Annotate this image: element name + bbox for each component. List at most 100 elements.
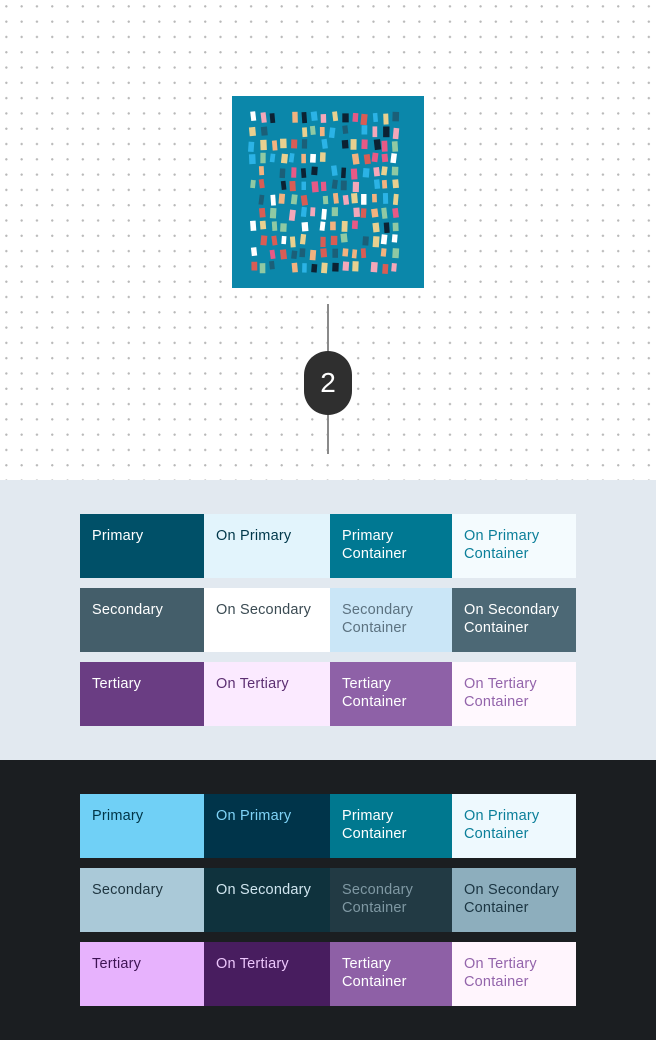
- artwork-mark: [332, 262, 339, 272]
- artwork-mark: [372, 222, 380, 233]
- artwork-mark: [288, 153, 295, 163]
- artwork-mark: [321, 208, 327, 220]
- artwork-mark: [372, 193, 377, 203]
- artwork-mark: [302, 127, 308, 138]
- artwork-mark: [372, 112, 379, 123]
- artwork-mark: [392, 193, 399, 206]
- artwork-mark: [380, 234, 388, 245]
- artwork-mark: [289, 236, 296, 248]
- artwork-mark: [340, 233, 348, 243]
- artwork-mark: [392, 179, 399, 189]
- artwork-mark: [373, 139, 382, 151]
- artwork-mark: [373, 166, 380, 177]
- light-swatch-secondary-container: Secondary Container: [330, 588, 452, 652]
- artwork-mark: [362, 236, 369, 246]
- artwork-mark: [301, 181, 306, 191]
- artwork-mark: [331, 179, 338, 190]
- artwork-mark: [280, 223, 287, 232]
- dark-swatch-secondary: Secondary: [80, 868, 204, 932]
- artwork-mark: [260, 139, 267, 151]
- artwork-mark: [269, 153, 276, 163]
- artwork-mark: [310, 153, 316, 163]
- light-swatch-on-tertiary: On Tertiary: [204, 662, 330, 726]
- artwork-mark: [280, 180, 287, 191]
- artwork-mark: [300, 168, 307, 178]
- artwork-mark: [320, 248, 328, 258]
- artwork-mark: [320, 114, 327, 123]
- artwork-mark: [291, 139, 298, 149]
- dark-swatch-on-primary-container: On Primary Container: [452, 794, 576, 858]
- artwork-mark: [383, 113, 389, 125]
- artwork-mark: [258, 178, 265, 189]
- artwork-mark: [281, 235, 287, 245]
- artwork-mark: [370, 208, 379, 218]
- artwork-mark: [383, 222, 390, 234]
- light-swatch-tertiary: Tertiary: [80, 662, 204, 726]
- artwork-mark: [290, 194, 298, 205]
- artwork-mark: [351, 193, 358, 204]
- artwork-mark: [311, 263, 318, 273]
- artwork-mark: [269, 260, 275, 270]
- dark-swatch-on-primary: On Primary: [204, 794, 330, 858]
- artwork-mark: [330, 235, 338, 246]
- artwork-mark: [322, 195, 329, 205]
- artwork-mark: [372, 126, 378, 138]
- artwork-mark: [342, 125, 349, 135]
- light-swatch-primary-container: Primary Container: [330, 514, 452, 578]
- artwork-mark: [360, 208, 367, 218]
- dark-swatch-on-tertiary-container: On Tertiary Container: [452, 942, 576, 1006]
- artwork-mark: [391, 166, 399, 176]
- artwork-mark: [311, 166, 318, 176]
- artwork-mark: [371, 152, 379, 163]
- artwork-mark: [248, 141, 255, 152]
- artwork-mark: [391, 234, 398, 243]
- light-swatch-on-secondary-container: On Secondary Container: [452, 588, 576, 652]
- dark-swatch-primary-container: Primary Container: [330, 794, 452, 858]
- artwork-mark: [370, 261, 378, 273]
- artwork-mark: [251, 261, 258, 271]
- artwork-mark: [392, 222, 399, 232]
- artwork-mark: [342, 248, 349, 257]
- artwork-mark: [381, 166, 388, 176]
- artwork-mark: [342, 194, 350, 206]
- dark-swatch-primary: Primary: [80, 794, 204, 858]
- artwork-mark: [319, 152, 326, 162]
- artwork-mark: [321, 138, 328, 149]
- artwork-mark: [260, 112, 267, 123]
- artwork-mark: [381, 179, 388, 189]
- artwork-mark: [292, 111, 298, 123]
- dark-swatch-on-secondary-container: On Secondary Container: [452, 868, 576, 932]
- artwork-mark: [392, 248, 400, 259]
- artwork-mark: [301, 111, 308, 124]
- artwork-mark: [391, 263, 397, 272]
- light-swatch-secondary: Secondary: [80, 588, 204, 652]
- artwork-mark: [258, 194, 265, 205]
- artwork-mark: [360, 113, 368, 126]
- light-swatch-on-primary: On Primary: [204, 514, 330, 578]
- artwork-mark: [328, 127, 336, 139]
- artwork-mark: [279, 168, 286, 179]
- artwork-mark: [352, 181, 360, 193]
- artwork-mark: [310, 207, 316, 217]
- artwork-mark: [278, 193, 286, 204]
- artwork-mark: [351, 153, 360, 165]
- artwork-mark: [351, 249, 358, 259]
- artwork-mark: [382, 192, 389, 204]
- dark-swatch-tertiary-container: Tertiary Container: [330, 942, 452, 1006]
- artwork-mark: [250, 111, 257, 122]
- artwork-mark: [350, 139, 357, 150]
- artwork-mark: [361, 125, 368, 135]
- artwork-mark: [332, 111, 339, 122]
- artwork-mark: [259, 220, 267, 230]
- artwork-mark: [288, 209, 296, 222]
- artwork-mark: [260, 152, 266, 164]
- dark-swatch-tertiary: Tertiary: [80, 942, 204, 1006]
- artwork-mark: [381, 140, 388, 152]
- artwork-mark: [260, 126, 268, 136]
- artwork-mark: [390, 153, 397, 164]
- light-swatch-on-primary-container: On Primary Container: [452, 514, 576, 578]
- artwork-mark: [269, 113, 276, 124]
- artwork-mark: [302, 263, 307, 273]
- artwork-mark: [260, 235, 268, 246]
- artwork-mark: [360, 248, 367, 259]
